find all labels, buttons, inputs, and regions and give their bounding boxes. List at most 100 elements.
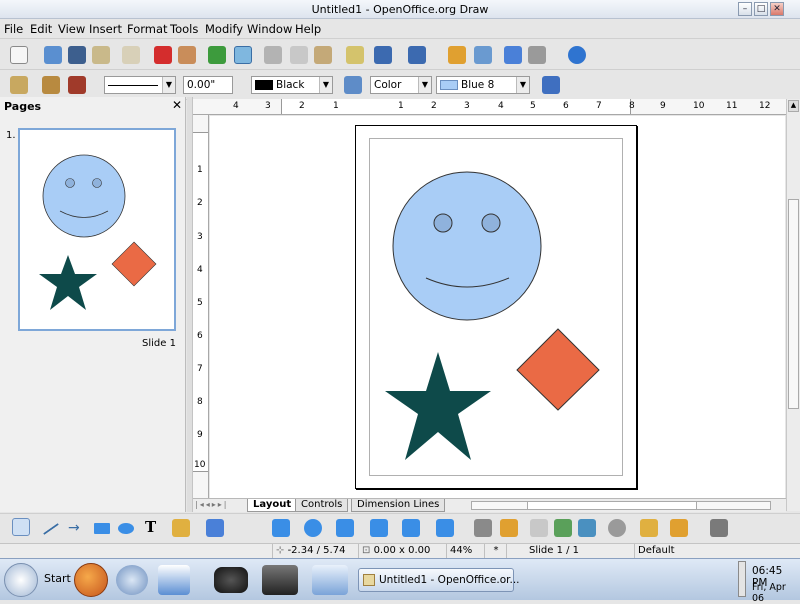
save-icon[interactable] [68,46,86,64]
line-tool-icon[interactable] [43,523,59,535]
connector-tool-icon[interactable] [206,519,224,537]
stars-icon[interactable] [436,519,454,537]
autospellcheck-icon[interactable] [234,46,252,64]
vertical-scrollbar[interactable]: ▲ [786,99,800,511]
callouts-icon[interactable] [402,519,420,537]
firefox-icon[interactable] [74,563,108,597]
star-shape[interactable] [385,352,491,460]
volume-slider-icon[interactable] [738,561,746,597]
edit-file-icon[interactable] [122,46,140,64]
rotate-icon[interactable] [608,519,626,537]
help-icon[interactable] [568,46,586,64]
status-slide: Slide 1 / 1 [506,544,634,559]
drawing-canvas[interactable] [210,116,785,498]
line-style-select[interactable]: ▼ [104,76,176,94]
close-panel-icon[interactable]: ✕ [172,98,182,112]
menu-file[interactable]: File [4,22,23,36]
points-icon[interactable] [504,46,522,64]
zoom-icon[interactable] [528,46,546,64]
media-player-icon[interactable] [262,565,298,595]
text-tool-icon[interactable]: T [145,518,156,536]
tab-dimension-lines[interactable]: Dimension Lines [351,499,446,512]
menu-edit[interactable]: Edit [30,22,52,36]
menu-modify[interactable]: Modify [205,22,243,36]
fontwork-icon[interactable] [530,519,548,537]
points-tool-icon[interactable] [474,519,492,537]
start-menu-icon[interactable] [4,563,38,597]
tab-controls[interactable]: Controls [295,499,349,512]
vertical-scroll-thumb[interactable] [788,199,799,409]
start-button[interactable]: Start [44,572,71,585]
slide-page[interactable] [355,125,637,489]
paste-icon[interactable] [314,46,332,64]
block-arrows-icon[interactable] [336,519,354,537]
styles-icon[interactable] [10,76,28,94]
page-drawing [385,171,600,460]
area-color-select[interactable]: Blue 8 ▼ [436,76,530,94]
slide-thumbnail[interactable] [18,128,176,331]
maximize-button[interactable]: □ [754,2,768,16]
menu-view[interactable]: View [58,22,85,36]
smiley-face-shape[interactable] [392,171,542,321]
email-icon[interactable] [92,46,110,64]
line-color-select[interactable]: Black ▼ [251,76,333,94]
slide-label: Slide 1 [142,338,176,349]
pages-panel: Pages ✕ 1. Slide 1 [0,97,186,512]
binoculars-icon[interactable] [214,567,248,593]
rectangle-tool-icon[interactable] [94,523,110,534]
curve-tool-icon[interactable] [172,519,190,537]
align-icon[interactable] [640,519,658,537]
new-document-icon[interactable] [10,46,28,64]
select-arrow-icon[interactable] [12,518,30,536]
arrange-icon[interactable] [670,519,688,537]
slide-thumbnail-drawing [39,154,157,310]
line-icon[interactable] [42,76,60,94]
scroll-up-icon[interactable]: ▲ [788,100,799,112]
ellipse-tool-icon[interactable] [118,523,134,534]
clone-formatting-icon[interactable] [346,46,364,64]
gallery-icon[interactable] [578,519,596,537]
horizontal-ruler[interactable]: 4 3 2 1 1 2 3 4 5 6 7 8 9 10 11 12 [193,99,787,115]
from-file-icon[interactable] [554,519,572,537]
status-zoom[interactable]: 44% [446,544,484,559]
line-width-input[interactable]: 0.00" [183,76,233,94]
shadow-tool-icon[interactable] [710,519,728,537]
open-folder-icon[interactable] [44,46,62,64]
office-launcher-icon[interactable] [158,565,190,595]
diamond-shape[interactable] [516,328,600,411]
print-icon[interactable] [178,46,196,64]
shadow-icon[interactable] [542,76,560,94]
horizontal-scroll-thumb[interactable] [527,502,697,509]
vertical-ruler[interactable]: 1 2 3 4 5 6 7 8 9 10 [193,115,209,498]
draw-launcher-icon[interactable] [312,565,348,595]
flowchart-icon[interactable] [370,519,388,537]
horizontal-scrollbar[interactable] [471,501,771,510]
menu-format[interactable]: Format [127,22,168,36]
menu-help[interactable]: Help [295,22,321,36]
taskbar-window-button[interactable]: Untitled1 - OpenOffice.or... [358,568,520,592]
cut-icon[interactable] [264,46,282,64]
status-size: ⊡ 0.00 x 0.00 [358,544,442,559]
glue-points-icon[interactable] [500,519,518,537]
minimize-button[interactable]: – [738,2,752,16]
arrow-style-icon[interactable] [68,76,86,94]
area-style-select[interactable]: Color ▼ [370,76,432,94]
tab-layout[interactable]: Layout [247,499,298,512]
copy-icon[interactable] [290,46,308,64]
redo-icon[interactable] [408,46,426,64]
menu-window[interactable]: Window [247,22,292,36]
menu-insert[interactable]: Insert [89,22,122,36]
area-icon[interactable] [344,76,362,94]
line-arrow-tool-icon[interactable]: → [68,520,80,536]
undo-icon[interactable] [374,46,392,64]
close-window-button[interactable]: ✕ [770,2,784,16]
export-pdf-icon[interactable] [154,46,172,64]
menu-tools[interactable]: Tools [170,22,198,36]
symbol-shapes-icon[interactable] [304,519,322,537]
chart-icon[interactable] [448,46,466,64]
basic-shapes-icon[interactable] [272,519,290,537]
navigator-icon[interactable] [474,46,492,64]
network-icon[interactable] [116,565,148,595]
tab-nav-arrows-icon[interactable]: |◂◂▸▸| [195,500,228,509]
spellcheck-icon[interactable] [208,46,226,64]
